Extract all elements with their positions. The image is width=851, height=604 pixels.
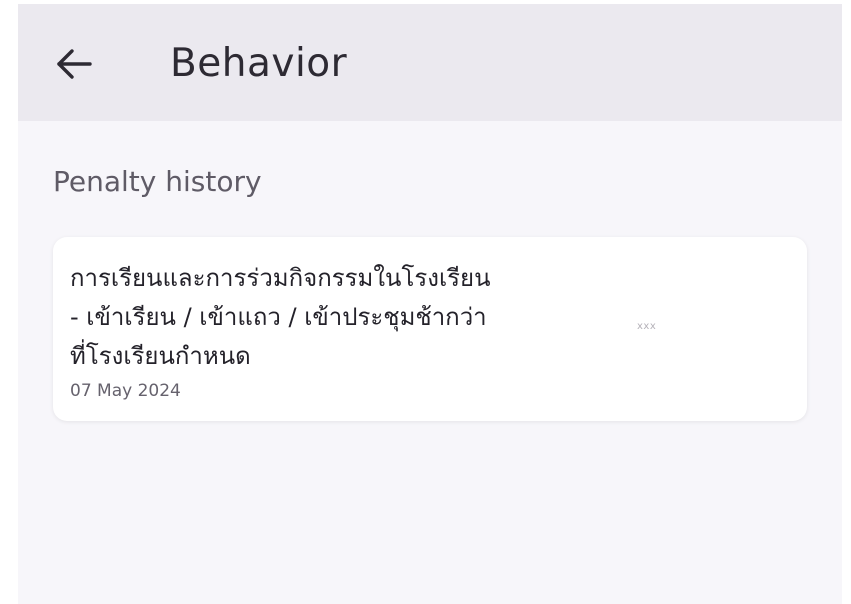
penalty-description-line: การเรียนและการร่วมกิจกรรมในโรงเรียน bbox=[70, 264, 491, 292]
penalty-card[interactable]: การเรียนและการร่วมกิจกรรมในโรงเรียน - เข… bbox=[53, 237, 807, 421]
app-bar: Behavior bbox=[18, 4, 842, 121]
back-button[interactable] bbox=[54, 44, 94, 84]
arrow-left-icon bbox=[57, 49, 92, 79]
penalty-description-line: ที่โรงเรียนกำหนด bbox=[70, 342, 251, 370]
penalty-description: การเรียนและการร่วมกิจกรรมในโรงเรียน - เข… bbox=[70, 259, 630, 376]
page-title: Behavior bbox=[170, 41, 348, 86]
behavior-screen: Behavior Penalty history การเรียนและการร… bbox=[0, 0, 851, 604]
penalty-history-heading: Penalty history bbox=[53, 165, 262, 198]
penalty-description-line: - เข้าเรียน / เข้าแถว / เข้าประชุมช้ากว่… bbox=[70, 303, 487, 331]
app-frame: Behavior Penalty history การเรียนและการร… bbox=[18, 4, 842, 604]
penalty-points: xxx bbox=[637, 321, 657, 332]
penalty-date: 07 May 2024 bbox=[70, 381, 181, 401]
